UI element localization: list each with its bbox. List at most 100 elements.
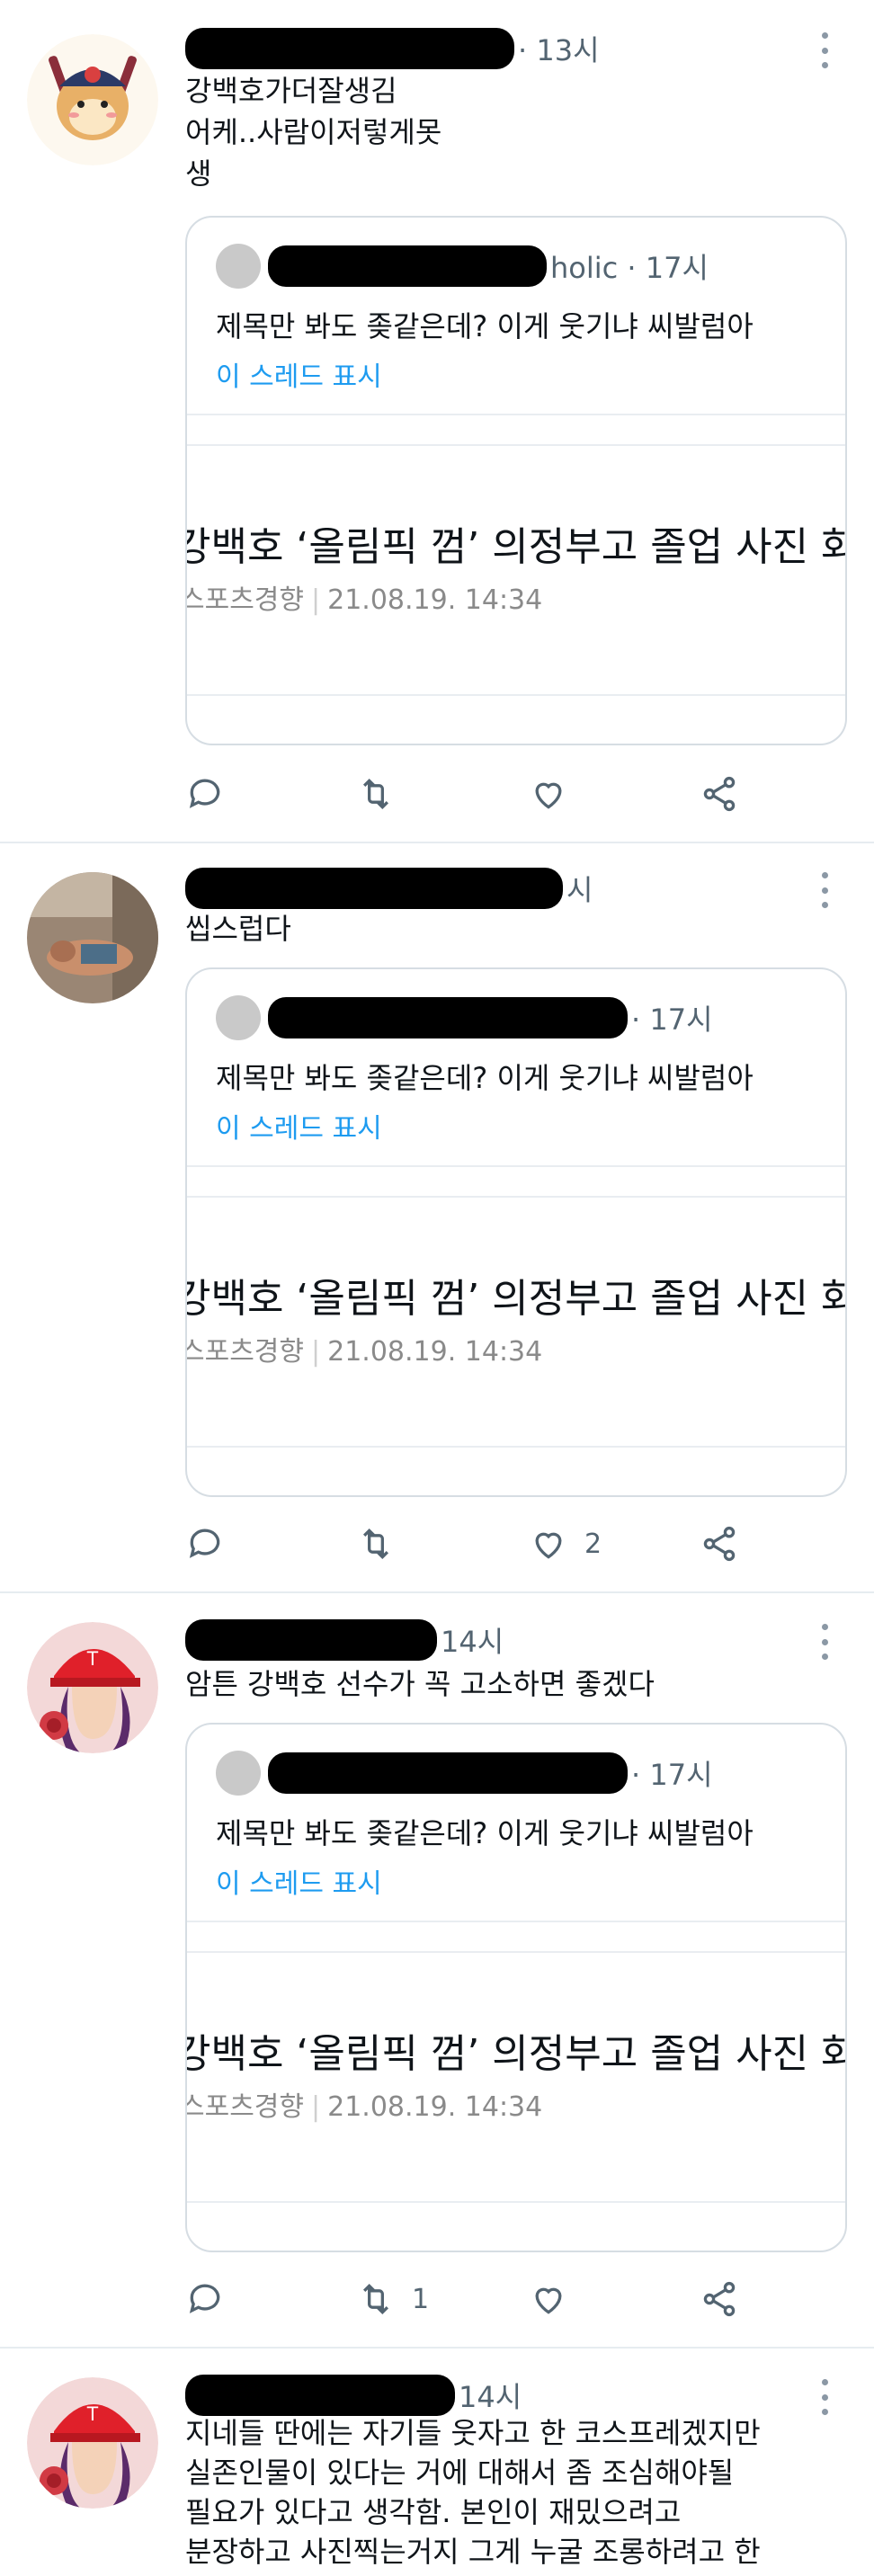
share-button[interactable] <box>700 771 739 816</box>
link-card-title[interactable]: 강백호 ‘올림픽 껌’ 의정부고 졸업 사진 화 <box>187 1266 845 1324</box>
avatar[interactable] <box>27 872 158 1003</box>
reply-button[interactable] <box>185 771 241 816</box>
link-card-source: 스포츠경향 <box>185 1336 304 1368</box>
reply-button[interactable] <box>185 2277 241 2322</box>
more-icon[interactable] <box>814 2379 835 2415</box>
link-card-date: 21.08.19. 14:34 <box>327 2091 543 2123</box>
retweet-button[interactable]: 1 <box>356 2277 429 2322</box>
tweet-timestamp[interactable]: 14시 <box>459 2375 522 2416</box>
avatar[interactable] <box>27 34 158 165</box>
avatar[interactable]: T <box>27 2377 158 2509</box>
tweet-divider <box>0 2347 874 2349</box>
tweet-text: 암튼 강백호 선수가 꼭 고소하면 좋겠다 <box>185 1667 655 1701</box>
redacted-username <box>268 997 628 1038</box>
tweet-actions: 1 <box>185 2277 761 2322</box>
redacted-username <box>185 2375 455 2416</box>
quoted-tweet[interactable]: holic · 17시 제목만 봐도 좆같은데? 이게 웃기냐 씨발럼아 이 스… <box>185 216 847 745</box>
retweet-icon <box>362 778 389 810</box>
divider <box>187 694 845 696</box>
link-card-source: 스포츠경향 <box>185 2091 304 2123</box>
reply-icon <box>189 779 220 808</box>
tweet-timestamp[interactable]: 시 <box>566 868 593 909</box>
like-button[interactable] <box>529 771 584 816</box>
retweet-button[interactable] <box>356 1521 412 1566</box>
share-icon <box>703 776 736 812</box>
redacted-username <box>185 868 563 909</box>
quoted-timestamp: · 17시 <box>631 1003 713 1037</box>
svg-text:T: T <box>86 2402 98 2425</box>
show-thread-link[interactable]: 이 스레드 표시 <box>216 354 382 394</box>
quoted-avatar <box>216 244 261 289</box>
retweet-button[interactable] <box>356 771 412 816</box>
link-card-title[interactable]: 강백호 ‘올림픽 껌’ 의정부고 졸업 사진 화 <box>187 514 845 572</box>
link-card-date: 21.08.19. 14:34 <box>327 1336 543 1368</box>
link-card-meta: 스포츠경향 | 21.08.19. 14:34 <box>185 577 543 617</box>
divider <box>187 1165 845 1167</box>
link-card-date: 21.08.19. 14:34 <box>327 584 543 616</box>
redacted-username <box>268 1752 628 1794</box>
show-thread-link[interactable]: 이 스레드 표시 <box>216 1861 382 1901</box>
tweet-header: · 13시 <box>185 25 600 72</box>
link-card-source: 스포츠경향 <box>185 584 304 616</box>
quoted-tweet-header: · 17시 <box>216 994 713 1041</box>
like-button[interactable]: 2 <box>529 1521 602 1566</box>
tweet-divider <box>0 842 874 843</box>
tweet-divider <box>0 1591 874 1593</box>
quoted-avatar <box>216 995 261 1040</box>
tweet-text: 강백호가더잘생김 어케..사람이저렇게못 생 <box>185 74 442 191</box>
like-icon <box>535 782 562 809</box>
reply-icon <box>189 2284 220 2313</box>
tweet-header: 14시 <box>185 2372 522 2419</box>
link-card-meta: 스포츠경향 | 21.08.19. 14:34 <box>185 1329 543 1368</box>
more-icon[interactable] <box>814 872 835 908</box>
quoted-tweet-text: 제목만 봐도 좆같은데? 이게 웃기냐 씨발럼아 <box>216 309 754 343</box>
quoted-timestamp: holic · 17시 <box>550 251 709 285</box>
divider <box>187 2201 845 2203</box>
share-icon <box>703 1526 736 1562</box>
divider <box>187 444 845 446</box>
quoted-tweet-text: 제목만 봐도 좆같은데? 이게 웃기냐 씨발럼아 <box>216 1816 754 1850</box>
tweet-header: 시 <box>185 865 593 912</box>
retweet-count: 1 <box>412 2283 430 2315</box>
like-icon <box>535 1532 562 1559</box>
divider <box>187 1446 845 1448</box>
reply-button[interactable] <box>185 1521 241 1566</box>
show-thread-link[interactable]: 이 스레드 표시 <box>216 1106 382 1145</box>
tweet-timestamp[interactable]: 14시 <box>441 1619 504 1661</box>
quoted-tweet-header: · 17시 <box>216 1750 713 1796</box>
quoted-tweet-text: 제목만 봐도 좆같은데? 이게 웃기냐 씨발럼아 <box>216 1061 754 1095</box>
redacted-username <box>268 245 547 287</box>
quoted-timestamp: · 17시 <box>631 1758 713 1792</box>
share-button[interactable] <box>700 2277 739 2322</box>
tweet-text: 지네들 딴에는 자기들 웃자고 한 코스프레겠지만 실존인물이 있다는 거에 대… <box>185 2416 761 2569</box>
link-card-title[interactable]: 강백호 ‘올림픽 껌’ 의정부고 졸업 사진 화 <box>187 2021 845 2079</box>
retweet-icon <box>362 2283 389 2315</box>
divider <box>187 1921 845 1922</box>
more-icon[interactable] <box>814 32 835 68</box>
reply-icon <box>189 1529 220 1558</box>
like-count: 2 <box>584 1528 602 1560</box>
tweet-actions: 2 <box>185 1521 761 1566</box>
link-card-meta: 스포츠경향 | 21.08.19. 14:34 <box>185 2084 543 2124</box>
svg-text:T: T <box>86 1647 98 1670</box>
divider <box>187 1196 845 1198</box>
share-icon <box>703 2281 736 2317</box>
retweet-icon <box>362 1528 389 1560</box>
tweet-text: 씹스럽다 <box>185 912 291 946</box>
redacted-username <box>185 28 514 69</box>
quoted-tweet[interactable]: · 17시 제목만 봐도 좆같은데? 이게 웃기냐 씨발럼아 이 스레드 표시 … <box>185 967 847 1497</box>
tweet-timestamp[interactable]: · 13시 <box>518 28 600 69</box>
share-button[interactable] <box>700 1521 739 1566</box>
like-button[interactable] <box>529 2277 584 2322</box>
quoted-avatar <box>216 1751 261 1796</box>
redacted-username <box>185 1619 437 1661</box>
tweet-header: 14시 <box>185 1617 504 1663</box>
divider <box>187 1951 845 1953</box>
divider <box>187 414 845 415</box>
more-icon[interactable] <box>814 1624 835 1660</box>
quoted-tweet[interactable]: · 17시 제목만 봐도 좆같은데? 이게 웃기냐 씨발럼아 이 스레드 표시 … <box>185 1723 847 2252</box>
quoted-tweet-header: holic · 17시 <box>216 243 709 290</box>
avatar[interactable]: T <box>27 1622 158 1753</box>
like-icon <box>535 2287 562 2314</box>
tweet-actions <box>185 771 761 816</box>
